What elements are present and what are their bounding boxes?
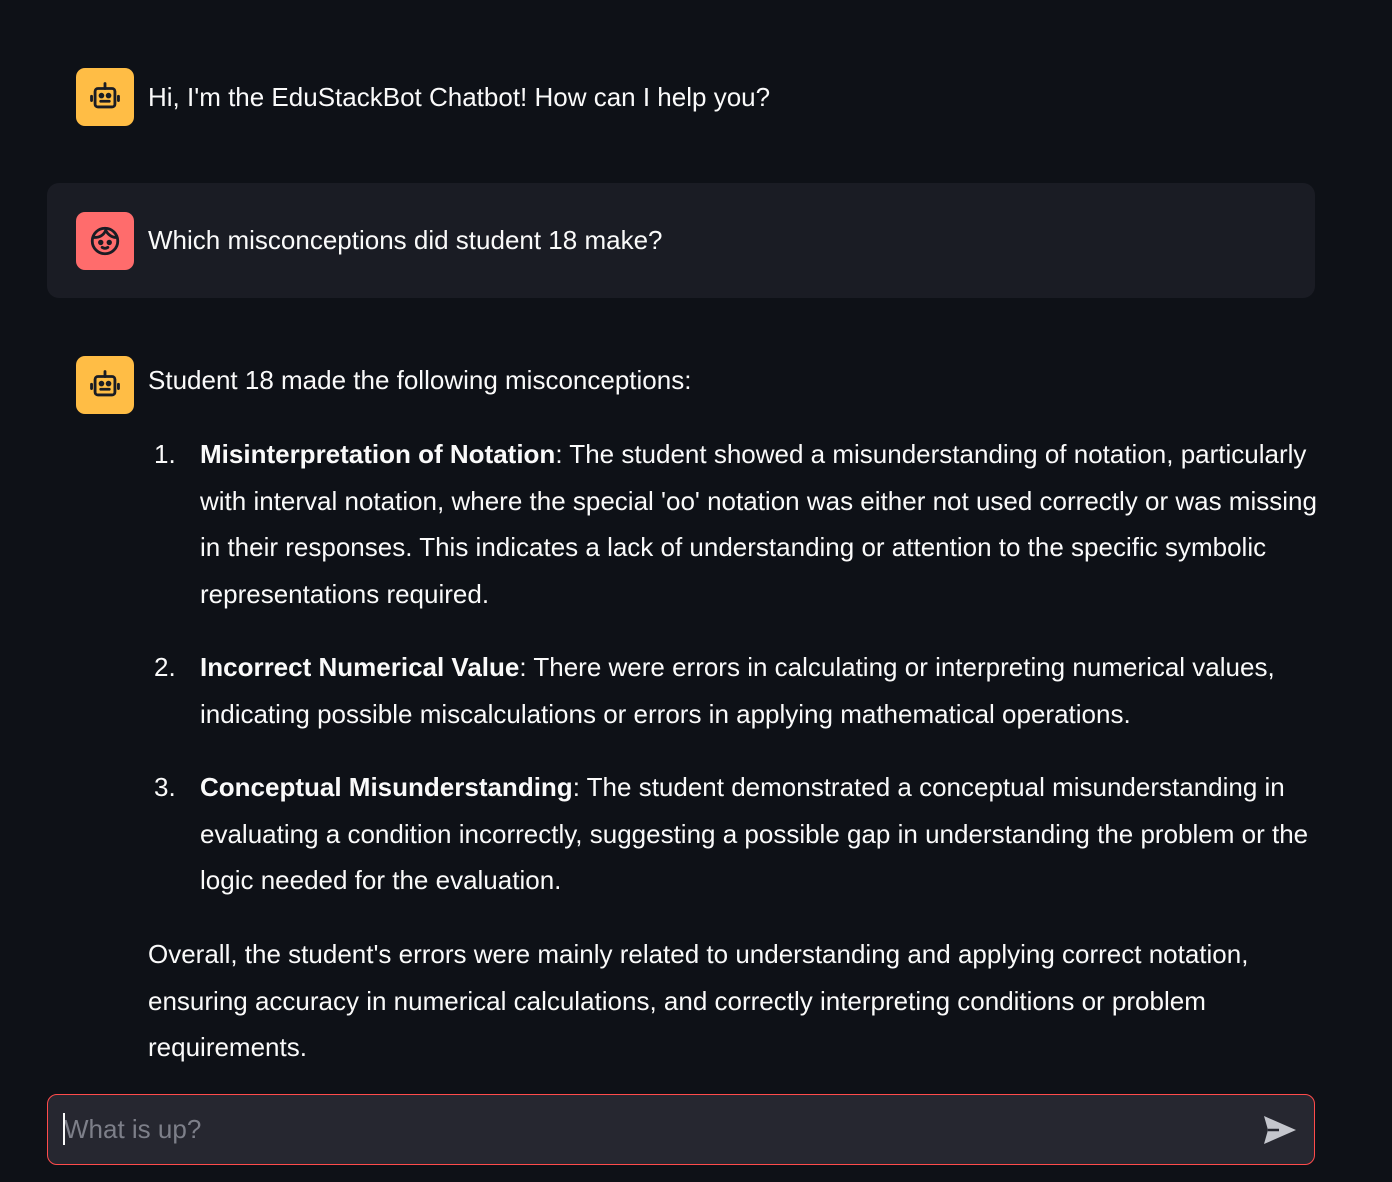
item-title: Incorrect Numerical Value bbox=[200, 652, 520, 682]
message-text: Hi, I'm the EduStackBot Chatbot! How can… bbox=[148, 82, 771, 112]
list-item: 3. Conceptual Misunderstanding: The stude… bbox=[148, 764, 1318, 904]
send-icon bbox=[1264, 1116, 1296, 1144]
list-item: 2. Incorrect Numerical Value: There were … bbox=[148, 644, 1318, 737]
message-text: Which misconceptions did student 18 make… bbox=[148, 225, 663, 255]
list-number: 1. bbox=[154, 439, 176, 469]
chat-message-assistant: Hi, I'm the EduStackBot Chatbot! How can… bbox=[47, 68, 1315, 126]
list-number: 2. bbox=[154, 652, 176, 682]
chat-message-user: Which misconceptions did student 18 make… bbox=[47, 183, 1315, 298]
send-button[interactable] bbox=[1262, 1112, 1298, 1148]
user-face-icon bbox=[90, 226, 120, 256]
chat-input[interactable]: What is up? bbox=[47, 1094, 1315, 1165]
message-summary: Overall, the student's errors were mainl… bbox=[148, 939, 1249, 1062]
assistant-avatar bbox=[76, 68, 134, 126]
item-title: Misinterpretation of Notation bbox=[200, 439, 556, 469]
misconception-list: 1. Misinterpretation of Notation: The stu… bbox=[148, 431, 1318, 904]
robot-icon bbox=[90, 82, 120, 109]
list-item: 1. Misinterpretation of Notation: The stu… bbox=[148, 431, 1318, 617]
robot-icon bbox=[90, 370, 120, 397]
message-intro: Student 18 made the following misconcept… bbox=[148, 365, 692, 395]
assistant-avatar bbox=[76, 356, 134, 414]
chat-page: Hi, I'm the EduStackBot Chatbot! How can… bbox=[0, 0, 1392, 1182]
text-caret bbox=[63, 1113, 65, 1145]
chat-message-assistant: Student 18 made the following misconcept… bbox=[47, 356, 1318, 1076]
item-title: Conceptual Misunderstanding bbox=[200, 772, 573, 802]
user-avatar bbox=[76, 212, 134, 270]
chat-input-placeholder: What is up? bbox=[64, 1114, 202, 1144]
list-number: 3. bbox=[154, 772, 176, 802]
